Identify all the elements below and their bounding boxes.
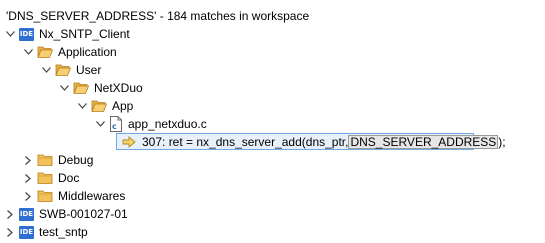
tree-item-label: app_netxduo.c [128, 117, 207, 131]
folder-open-icon [37, 45, 53, 59]
tree-item-doc[interactable]: Doc [22, 169, 79, 187]
project-icon: IDE [19, 225, 34, 239]
folder-icon [37, 189, 53, 203]
tree-item-debug[interactable]: Debug [22, 151, 93, 169]
tree-item-middlewares[interactable]: Middlewares [22, 187, 125, 205]
folder-open-icon [55, 63, 71, 77]
tree-item-label: SWB-001027-01 [39, 207, 128, 221]
chevron-down-icon[interactable] [94, 115, 106, 133]
tree-item-swb-001027-01[interactable]: IDE SWB-001027-01 [4, 205, 128, 223]
match-suffix: ); [498, 134, 506, 149]
search-match-line[interactable]: 307: ret = nx_dns_server_add(dns_ptr, DN… [116, 133, 506, 150]
tree-item-app[interactable]: App [76, 97, 133, 115]
tree-item-label: Doc [58, 171, 80, 185]
chevron-right-icon[interactable] [22, 187, 34, 205]
tree-item-label: NetXDuo [94, 81, 143, 95]
svg-text:c: c [112, 122, 117, 131]
match-prefix: 307: ret = nx_dns_server_add(dns_ptr, [142, 134, 349, 149]
chevron-down-icon[interactable] [76, 97, 88, 115]
tree-item-label: Debug [58, 153, 94, 167]
tree-item-label: Middlewares [58, 189, 126, 203]
c-file-icon: c [109, 116, 123, 132]
tree-item-netxduo[interactable]: NetXDuo [58, 79, 143, 97]
tree-item-label: test_sntp [39, 225, 88, 239]
tree-item-label: User [76, 63, 102, 77]
chevron-right-icon[interactable] [4, 223, 16, 241]
chevron-right-icon[interactable] [22, 151, 34, 169]
match-arrow-icon [122, 135, 136, 148]
folder-open-icon [73, 81, 89, 95]
tree-item-user[interactable]: User [40, 61, 101, 79]
search-summary: 'DNS_SERVER_ADDRESS' - 184 matches in wo… [6, 9, 310, 23]
chevron-right-icon[interactable] [4, 205, 16, 223]
tree-item-application[interactable]: Application [22, 43, 117, 61]
folder-icon [37, 171, 53, 185]
tree-item-test-sntp[interactable]: IDE test_sntp [4, 223, 88, 241]
tree-item-label: Application [58, 45, 117, 59]
chevron-down-icon[interactable] [22, 43, 34, 61]
tree-item-label: App [112, 99, 134, 113]
chevron-down-icon[interactable] [58, 79, 70, 97]
chevron-down-icon[interactable] [40, 61, 52, 79]
project-icon: IDE [19, 27, 34, 41]
chevron-down-icon[interactable] [4, 25, 16, 43]
tree-item-label: Nx_SNTP_Client [39, 27, 130, 41]
tree-item-app-netxduo-c[interactable]: c app_netxduo.c [94, 115, 207, 133]
tree-item-nx-sntp-client[interactable]: IDE Nx_SNTP_Client [4, 25, 130, 43]
folder-open-icon [91, 99, 107, 113]
project-icon: IDE [19, 207, 34, 221]
chevron-right-icon[interactable] [22, 169, 34, 187]
folder-icon [37, 153, 53, 167]
match-highlight: DNS_SERVER_ADDRESS [348, 134, 499, 149]
